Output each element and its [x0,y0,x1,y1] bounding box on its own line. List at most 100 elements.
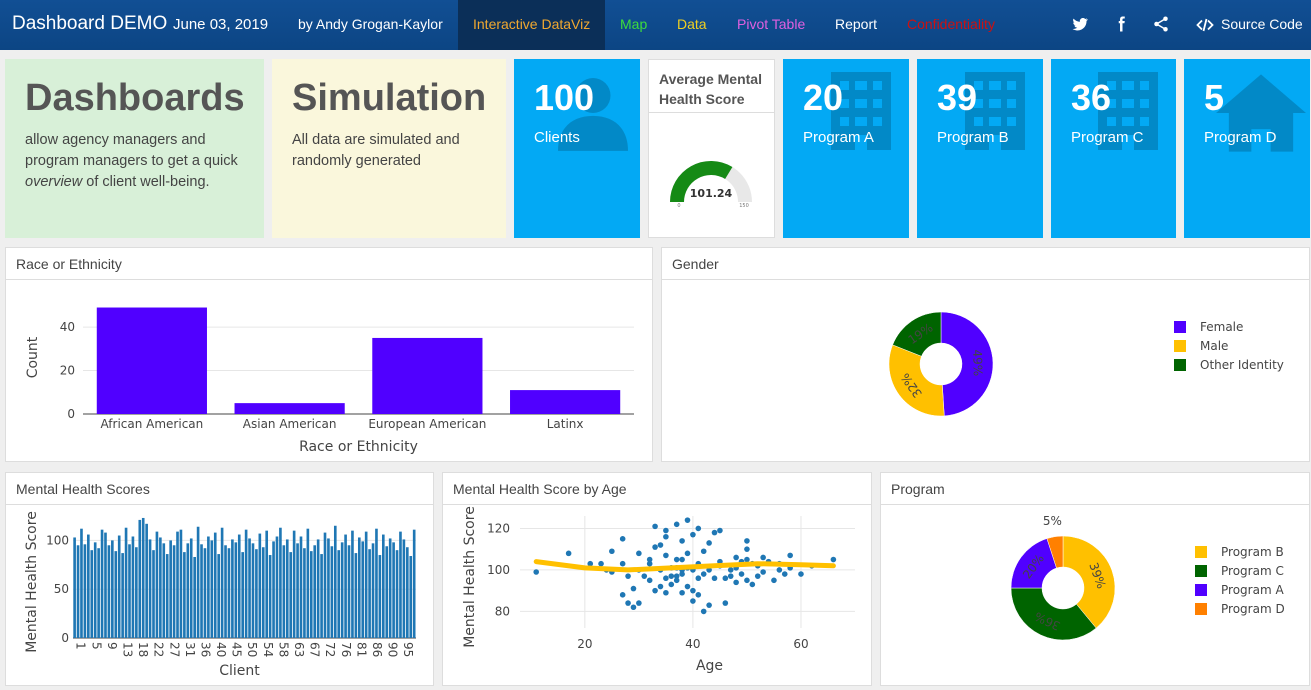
score-bar[interactable] [275,536,279,638]
score-bar[interactable] [93,542,97,638]
score-bar[interactable] [159,537,162,638]
score-bar[interactable] [323,532,327,638]
score-bar[interactable] [227,548,231,638]
race-bar[interactable] [234,403,345,414]
score-bar[interactable] [138,519,142,638]
scatter-point[interactable] [722,600,729,606]
score-bar[interactable] [378,555,382,638]
scatter-point[interactable] [684,583,691,590]
scatter-point[interactable] [679,556,685,563]
scatter-point[interactable] [744,556,750,563]
tab-data[interactable]: Data [677,16,707,32]
scatter-point[interactable] [722,575,729,582]
score-bar[interactable] [347,545,351,638]
score-bar[interactable] [179,529,183,638]
scatter-point[interactable] [668,573,675,579]
score-bar[interactable] [104,532,107,638]
tab-report[interactable]: Report [835,16,877,32]
score-bar[interactable] [121,553,124,638]
score-bar[interactable] [299,536,303,638]
dashboard-title[interactable]: Dashboard DEMO [12,13,167,35]
scatter-point[interactable] [652,587,658,594]
score-bar[interactable] [351,530,354,638]
scatter-point[interactable] [619,560,626,567]
scatter-point[interactable] [646,560,653,567]
score-bar[interactable] [255,549,258,638]
legend-label[interactable]: Program A [1221,583,1284,597]
legend-swatch[interactable] [1174,340,1186,352]
scatter-point[interactable] [749,581,756,588]
tab-confidentiality[interactable]: Confidentiality [907,16,995,32]
scatter-point[interactable] [684,517,691,523]
legend-label[interactable]: Program D [1221,602,1285,616]
legend-swatch[interactable] [1195,584,1207,596]
score-bar[interactable] [231,539,234,638]
score-bar[interactable] [364,531,368,638]
legend-label[interactable]: Other Identity [1200,358,1284,372]
scatter-point[interactable] [636,550,642,557]
facebook-icon[interactable] [1112,15,1130,33]
scatter-point[interactable] [700,548,707,555]
score-bar[interactable] [388,538,392,638]
score-bar[interactable] [282,545,286,638]
score-bar[interactable] [368,549,371,638]
score-bar[interactable] [107,545,111,638]
score-bar[interactable] [145,523,148,638]
scatter-point[interactable] [690,587,696,594]
legend-label[interactable]: Program C [1221,564,1284,578]
scatter-point[interactable] [744,577,750,584]
scatter-point[interactable] [695,592,702,598]
legend-label[interactable]: Female [1200,320,1243,334]
score-bar[interactable] [124,527,128,638]
score-bar[interactable] [73,537,76,638]
score-bar[interactable] [395,550,399,638]
scatter-point[interactable] [673,577,680,584]
score-bar[interactable] [296,543,299,638]
score-bar[interactable] [344,534,347,638]
score-bar[interactable] [83,544,87,638]
legend-label[interactable]: Male [1200,339,1228,353]
scatter-point[interactable] [690,598,696,604]
scatter-point[interactable] [744,546,750,552]
legend-label[interactable]: Program B [1221,545,1284,559]
scatter-point[interactable] [646,577,653,584]
score-bar[interactable] [244,529,248,638]
score-bar[interactable] [354,553,358,638]
scatter-point[interactable] [652,523,658,530]
scatter-point[interactable] [565,550,572,557]
score-bar[interactable] [261,547,265,638]
legend-swatch[interactable] [1195,546,1207,558]
scatter-point[interactable] [663,589,669,596]
score-bar[interactable] [220,527,224,638]
score-bar[interactable] [90,550,94,638]
twitter-icon[interactable] [1071,15,1089,33]
score-bar[interactable] [97,548,100,638]
score-bar[interactable] [237,534,241,638]
scatter-point[interactable] [619,536,626,542]
scatter-point[interactable] [760,554,766,561]
scatter-point[interactable] [711,575,718,582]
scatter-point[interactable] [663,575,669,582]
score-bar[interactable] [196,526,200,638]
score-bar[interactable] [117,535,121,638]
scatter-point[interactable] [733,554,739,561]
score-bar[interactable] [189,538,193,638]
scatter-point[interactable] [830,556,837,563]
score-bar[interactable] [265,530,269,638]
score-bar[interactable] [402,539,406,638]
race-bar[interactable] [510,390,621,414]
scatter-point[interactable] [636,600,642,606]
tab-map[interactable]: Map [620,16,647,32]
scatter-point[interactable] [625,600,631,606]
scatter-point[interactable] [533,569,540,575]
score-bar[interactable] [128,544,131,638]
score-bar[interactable] [392,542,395,638]
scatter-point[interactable] [717,527,723,534]
score-bar[interactable] [169,540,172,638]
scatter-point[interactable] [630,604,637,611]
score-bar[interactable] [330,546,334,638]
scatter-point[interactable] [663,552,669,559]
score-bar[interactable] [111,540,114,638]
scatter-point[interactable] [706,540,712,546]
scatter-point[interactable] [727,573,734,579]
